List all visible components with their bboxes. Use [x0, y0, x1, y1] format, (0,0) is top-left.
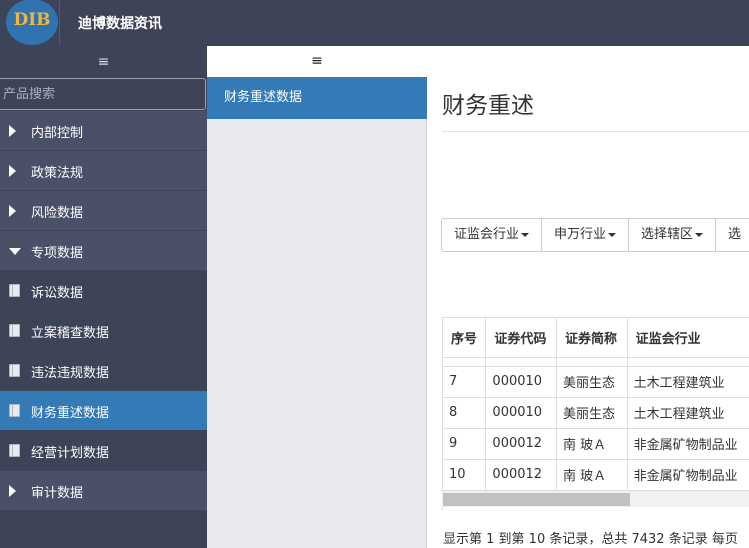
caret-right-icon	[9, 205, 16, 217]
sidebar-item-label: 风险数据	[31, 206, 84, 221]
caret-right-icon	[9, 165, 16, 177]
more-filter-dropdown[interactable]: 选	[715, 218, 749, 252]
column-header[interactable]: 证监会行业	[627, 318, 749, 358]
table-cell: 10	[443, 459, 487, 491]
sidebar-item-policy[interactable]: 政策法规	[0, 151, 207, 191]
table-cell: 9	[443, 428, 487, 460]
title-divider	[442, 131, 749, 132]
filter-label: 选择辖区	[641, 227, 694, 242]
sidebar-nav: 内部控制 政策法规 风险数据 专项数据 诉讼数据 立案稽查数据 违法违规数据 财…	[0, 111, 207, 511]
sidebar-item-label: 财务重述数据	[31, 406, 110, 421]
sidebar-item-investigation[interactable]: 立案稽查数据	[0, 311, 207, 351]
product-search-input[interactable]	[0, 78, 206, 110]
sidebar-item-audit[interactable]: 审计数据	[0, 471, 207, 511]
table-row[interactable]: 10 000012 南 玻Ａ 非金属矿物制品业	[443, 459, 749, 491]
sidebar-item-special[interactable]: 专项数据	[0, 231, 207, 271]
pagination-info: 显示第 1 到第 10 条记录，总共 7432 条记录 每页	[443, 532, 738, 547]
table-row[interactable]: 7 000010 美丽生态 土木工程建筑业	[443, 366, 749, 398]
logo-text: DIB	[13, 10, 51, 30]
table-cell: 7	[443, 366, 487, 398]
table-cell: 000010	[485, 366, 558, 398]
page-title: 财务重述	[442, 93, 534, 119]
caret-down-icon	[9, 248, 21, 255]
table-cell: 非金属矿物制品业	[627, 459, 749, 491]
book-icon	[9, 324, 20, 337]
book-icon	[9, 364, 20, 377]
column-header[interactable]: 序号	[443, 318, 487, 358]
table-cell: 土木工程建筑业	[627, 366, 749, 398]
table-cell: 8	[443, 397, 487, 429]
filter-label: 证监会行业	[454, 227, 520, 242]
topbar-divider	[59, 0, 60, 46]
data-table-container: 序号 证券代码 证券简称 证监会行业 7 000010 美丽生态 土木工程建筑业…	[442, 317, 749, 511]
sidebar-item-label: 立案稽查数据	[31, 326, 110, 341]
filter-label: 申万行业	[554, 227, 607, 242]
sidebar-item-business-plan[interactable]: 经营计划数据	[0, 431, 207, 471]
table-cell: 非金属矿物制品业	[627, 428, 749, 460]
horizontal-scrollbar[interactable]	[442, 490, 749, 507]
sidebar-item-restatement[interactable]: 财务重述数据	[0, 391, 207, 431]
table-cell: 南 玻Ａ	[556, 428, 628, 460]
sidebar-item-risk[interactable]: 风险数据	[0, 191, 207, 231]
column-header[interactable]: 证券代码	[485, 318, 558, 358]
table-cell: 土木工程建筑业	[627, 397, 749, 429]
caret-down-icon	[695, 232, 704, 237]
sidebar-item-internal-control[interactable]: 内部控制	[0, 111, 207, 151]
caret-right-icon	[9, 485, 16, 497]
sidebar-item-label: 违法违规数据	[31, 366, 110, 381]
sidebar-item-label: 经营计划数据	[31, 446, 110, 461]
book-icon	[9, 404, 20, 417]
main-content: 财务重述 证监会行业 申万行业 选择辖区 选 序号 证券代码 证券简称 证监会行…	[427, 46, 749, 548]
sidebar-item-label: 诉讼数据	[31, 286, 84, 301]
sub-panel: ≡ 财务重述数据	[207, 46, 427, 548]
caret-right-icon	[9, 125, 16, 137]
scrollbar-thumb[interactable]	[443, 493, 630, 506]
book-icon	[9, 444, 20, 457]
sidebar-toggle-icon[interactable]: ≡	[0, 46, 207, 78]
sidebar-item-litigation[interactable]: 诉讼数据	[0, 271, 207, 311]
sw-industry-dropdown[interactable]: 申万行业	[541, 218, 630, 252]
table-row[interactable]: 8 000010 美丽生态 土木工程建筑业	[443, 397, 749, 429]
subpanel-toggle-icon[interactable]: ≡	[207, 46, 427, 77]
table-cell: 000012	[485, 459, 558, 491]
sidebar-item-label: 政策法规	[31, 166, 84, 181]
sidebar-item-label: 内部控制	[31, 126, 84, 141]
table-cell: 美丽生态	[556, 366, 628, 398]
top-bar: DIB 迪博数据资讯	[0, 0, 749, 46]
filter-label: 选	[728, 227, 742, 242]
sidebar: ≡ 内部控制 政策法规 风险数据 专项数据 诉讼数据 立案稽查数据 违法违规	[0, 46, 207, 548]
caret-down-icon	[521, 232, 530, 237]
column-header[interactable]: 证券简称	[556, 318, 628, 358]
table-cell: 000012	[485, 428, 558, 460]
table-cell: 000010	[485, 397, 558, 429]
sidebar-item-label: 专项数据	[31, 246, 84, 261]
logo[interactable]: DIB	[6, 0, 58, 45]
data-table: 序号 证券代码 证券简称 证监会行业 7 000010 美丽生态 土木工程建筑业…	[443, 318, 749, 491]
table-cell: 南 玻Ａ	[556, 459, 628, 491]
app-title[interactable]: 迪博数据资讯	[78, 13, 162, 33]
book-icon	[9, 284, 20, 297]
table-cell: 美丽生态	[556, 397, 628, 429]
table-row[interactable]: 9 000012 南 玻Ａ 非金属矿物制品业	[443, 428, 749, 460]
sidebar-item-label: 审计数据	[31, 486, 84, 501]
table-header-row: 序号 证券代码 证券简称 证监会行业	[443, 318, 749, 358]
table-row-partial	[443, 357, 749, 367]
caret-down-icon	[608, 232, 617, 237]
region-dropdown[interactable]: 选择辖区	[628, 218, 717, 252]
csrc-industry-dropdown[interactable]: 证监会行业	[441, 218, 543, 252]
sidebar-item-violations[interactable]: 违法违规数据	[0, 351, 207, 391]
subpanel-item-restatement[interactable]: 财务重述数据	[207, 77, 427, 119]
filter-bar: 证监会行业 申万行业 选择辖区 选	[441, 218, 749, 252]
